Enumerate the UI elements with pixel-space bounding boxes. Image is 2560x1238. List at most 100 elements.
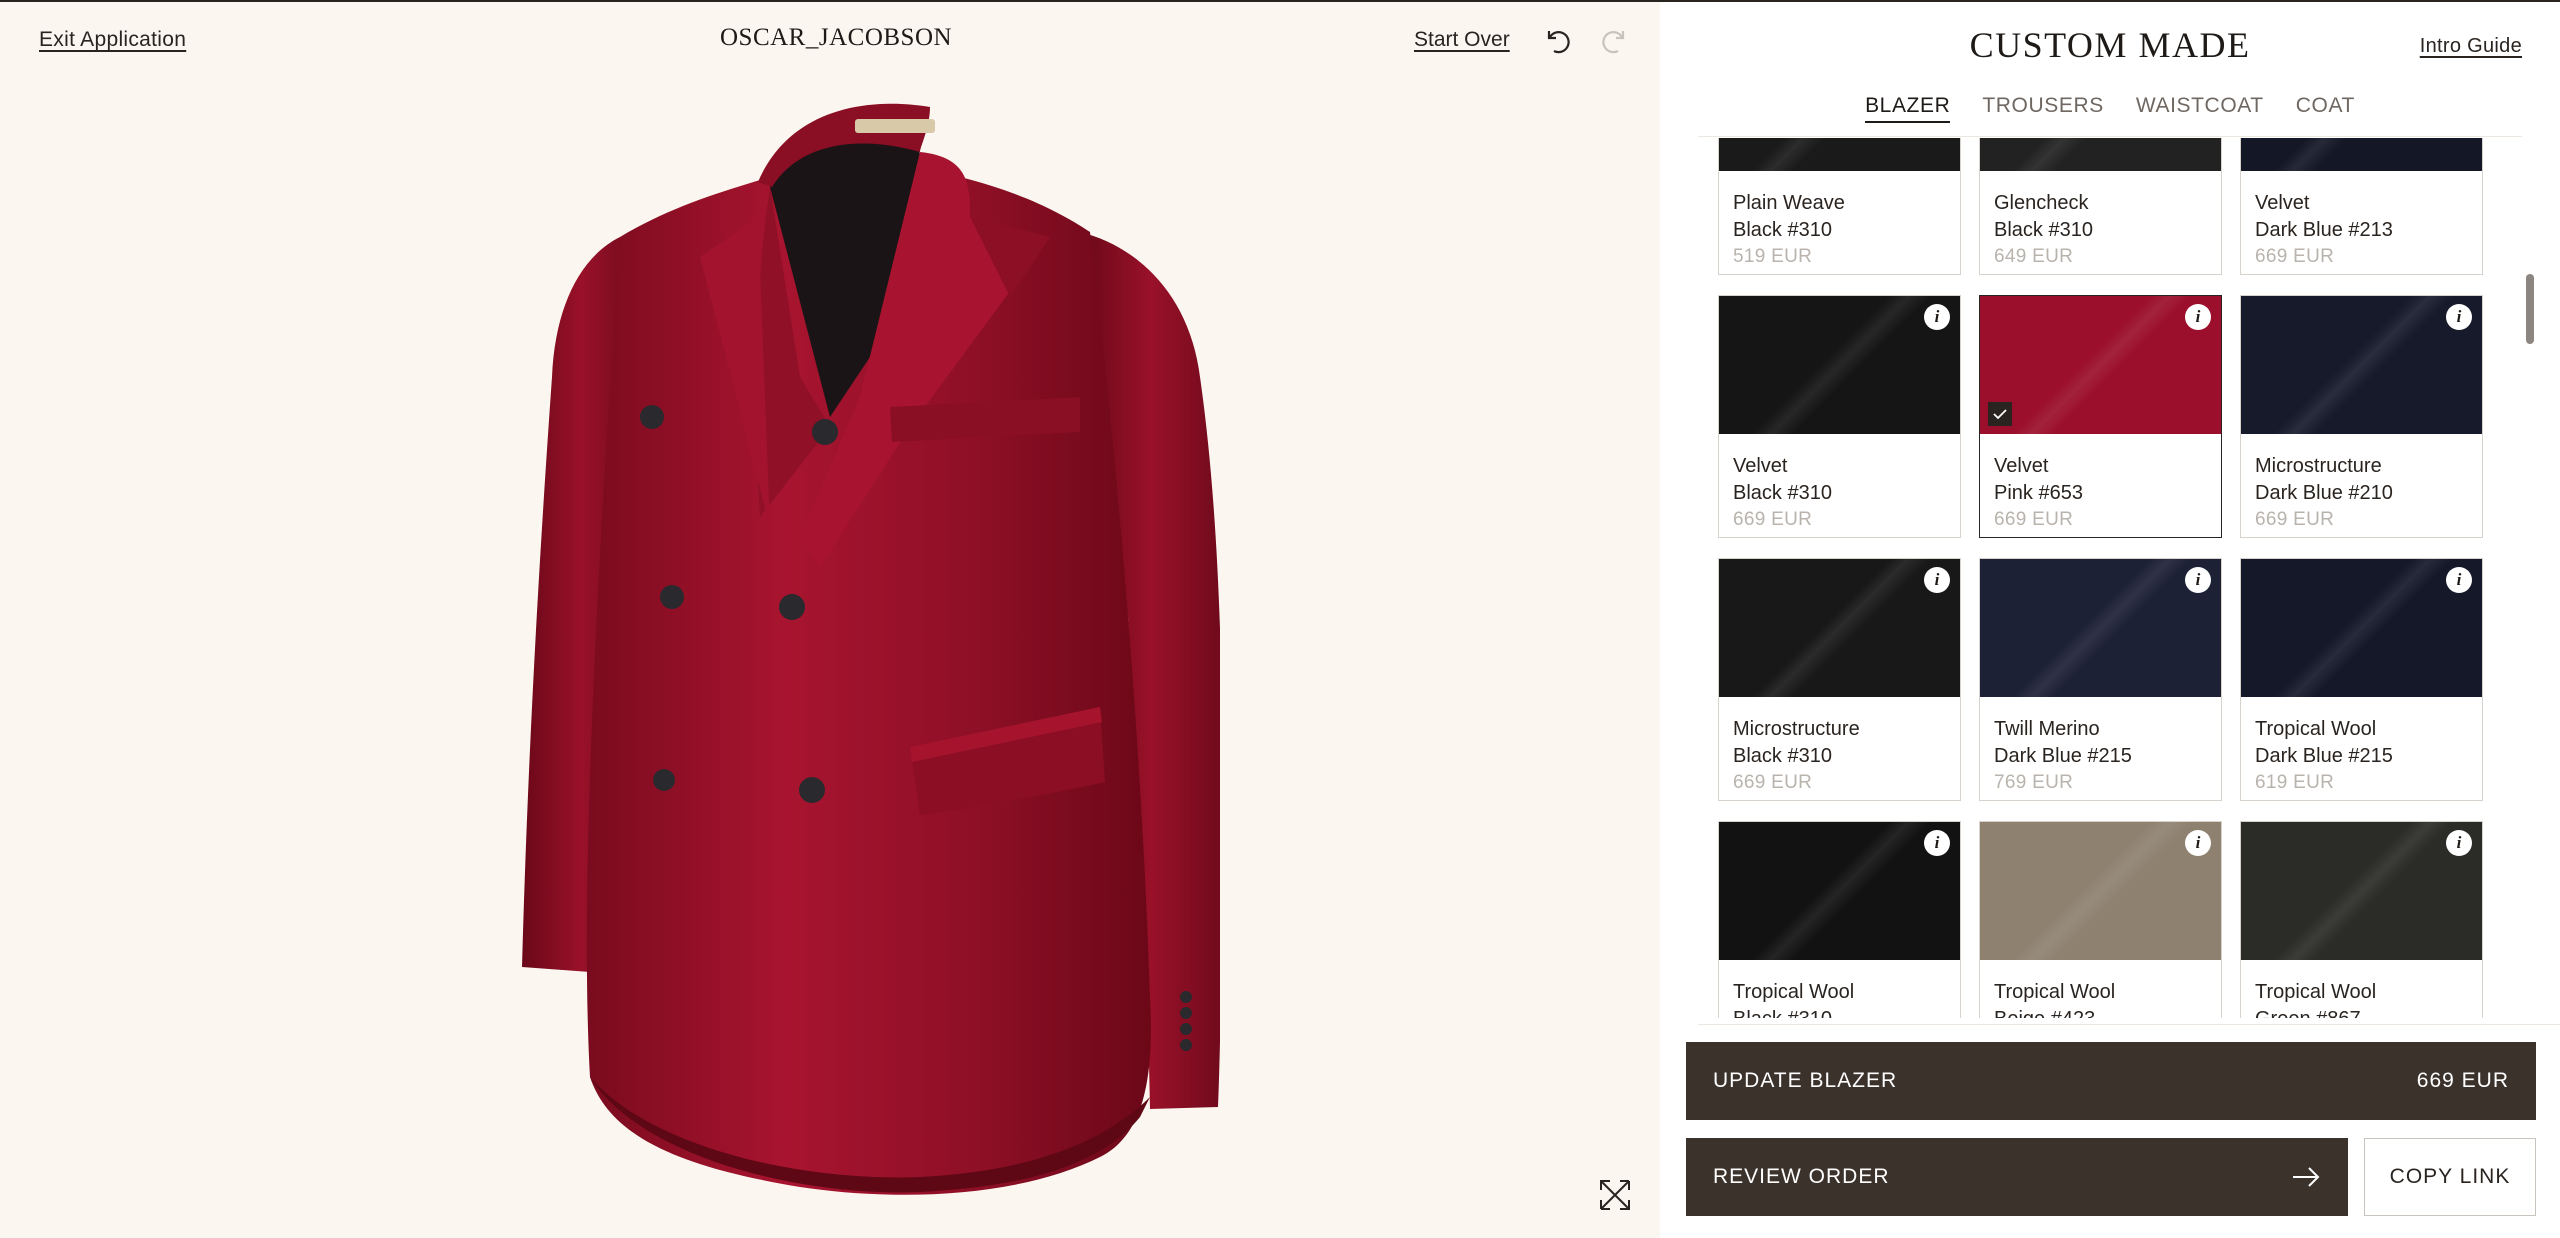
info-icon[interactable]: i [1924,304,1950,330]
blazer-3d-preview[interactable] [500,97,1220,1207]
fabric-card[interactable]: iTropical WoolBlack #310619 EUR [1718,821,1961,1018]
fabric-card[interactable]: i Velvet Pink #653 669 EUR [1979,295,2222,538]
fabric-color: Green #867 [2255,1006,2376,1018]
fabric-grid: i Plain Weave Black #310 519 EUR i Glencheck B… [1718,138,2483,1018]
fabric-name: Tropical Wool Dark Blue #215 [2255,716,2393,770]
fabric-color: Black #310 [1733,219,1832,241]
scrollbar[interactable] [2526,274,2534,344]
fabric-type: Tropical Wool [1994,981,2116,1003]
fabric-color: Black #310 [1733,1006,1854,1018]
fabric-name: Microstructure Dark Blue #210 [2255,453,2393,507]
copy-link-button[interactable]: COPY LINK [2364,1138,2536,1216]
fabric-name: Microstructure Black #310 [1733,716,1860,770]
fabric-type: Velvet [2255,192,2310,214]
divider [1698,1024,2560,1025]
fabric-card[interactable]: i Velvet Black #310 669 EUR [1718,295,1961,538]
fabric-price: 669 EUR [1994,509,2074,530]
fabric-price: 669 EUR [2255,509,2335,530]
update-blazer-button[interactable]: UPDATE BLAZER 669 EUR [1686,1042,2536,1120]
fabric-name: Plain Weave Black #310 [1733,190,1845,244]
fabric-type: Microstructure [2255,455,2382,477]
fabric-swatch [2241,138,2482,171]
undo-button[interactable] [1538,22,1574,58]
fabric-name: Velvet Black #310 [1733,453,1832,507]
arrow-right-icon [2293,1167,2320,1187]
fabric-name: Velvet Pink #653 [1994,453,2083,507]
review-order-label: REVIEW ORDER [1713,1165,1890,1188]
review-order-button[interactable]: REVIEW ORDER [1686,1138,2348,1216]
info-icon[interactable]: i [2185,830,2211,856]
fabric-swatch [1980,138,2221,171]
fabric-card[interactable]: i Tropical Wool Dark Blue #215 619 EUR [2240,558,2483,801]
info-icon[interactable]: i [2446,830,2472,856]
fullscreen-button[interactable] [1598,1178,1632,1212]
product-viewer: Exit Application OSCAR_JACOBSON Start Ov… [0,2,1660,1238]
fabric-color: Black #310 [1994,219,2093,241]
tab-waistcoat[interactable]: WAISTCOAT [2136,94,2264,123]
fabric-type: Tropical Wool [2255,981,2377,1003]
fabric-color: Dark Blue #213 [2255,219,2393,241]
fabric-color: Dark Blue #215 [1994,745,2132,767]
fabric-price: 669 EUR [1733,509,1813,530]
fabric-name: Tropical Wool Black #310 [1733,979,1854,1018]
redo-button[interactable] [1598,22,1634,58]
start-over-link[interactable]: Start Over [1414,28,1510,52]
brand-logo: OSCAR_JACOBSON [720,24,953,51]
fabric-type: Velvet [1994,455,2049,477]
fabric-color: Black #310 [1733,482,1832,504]
checkmark-icon [1988,402,2012,426]
fabric-name: Twill Merino Dark Blue #215 [1994,716,2132,770]
fabric-card[interactable]: i Twill Merino Dark Blue #215 769 EUR [1979,558,2222,801]
divider [1698,136,2522,137]
info-icon[interactable]: i [2446,567,2472,593]
info-icon[interactable]: i [1924,567,1950,593]
fabric-name: Glencheck Black #310 [1994,190,2093,244]
custom-made-app: Exit Application OSCAR_JACOBSON Start Ov… [0,0,2560,1238]
info-icon[interactable]: i [2446,304,2472,330]
fabric-price: 649 EUR [1994,246,2074,267]
fabric-color: Dark Blue #210 [2255,482,2393,504]
fabric-list[interactable]: i Plain Weave Black #310 519 EUR i Glencheck B… [1718,138,2498,1018]
exit-application-link[interactable]: Exit Application [39,28,186,52]
fabric-card[interactable]: i Microstructure Dark Blue #210 669 EUR [2240,295,2483,538]
customization-panel: CUSTOM MADE Intro Guide BLAZER TROUSERS … [1660,2,2560,1238]
fabric-price: 769 EUR [1994,772,2074,793]
fabric-price: 669 EUR [1733,772,1813,793]
fabric-color: Black #310 [1733,745,1832,767]
update-blazer-price: 669 EUR [2416,1069,2509,1092]
fabric-card[interactable]: iPlain WeaveBlack #310519 EUR [1718,138,1961,275]
fabric-type: Microstructure [1733,718,1860,740]
info-icon[interactable]: i [2185,567,2211,593]
fabric-card[interactable]: iGlencheckBlack #310649 EUR [1979,138,2222,275]
fabric-type: Plain Weave [1733,192,1845,214]
fabric-type: Twill Merino [1994,718,2100,740]
redo-icon [1602,31,1625,54]
garment-tabs: BLAZER TROUSERS WAISTCOAT COAT [1660,94,2560,123]
fabric-type: Velvet [1733,455,1788,477]
fabric-color: Beige #423 [1994,1006,2115,1018]
fabric-card[interactable]: iTropical WoolGreen #867619 EUR [2240,821,2483,1018]
fabric-price: 619 EUR [2255,772,2335,793]
fabric-price: 669 EUR [2255,246,2335,267]
tab-trousers[interactable]: TROUSERS [1982,94,2103,123]
fabric-type: Tropical Wool [2255,718,2377,740]
fabric-type: Tropical Wool [1733,981,1855,1003]
copy-link-label: COPY LINK [2389,1165,2511,1188]
fabric-name: Velvet Dark Blue #213 [2255,190,2393,244]
intro-guide-link[interactable]: Intro Guide [2420,35,2522,58]
fabric-type: Glencheck [1994,192,2089,214]
fabric-name: Tropical Wool Green #867 [2255,979,2376,1018]
fabric-name: Tropical Wool Beige #423 [1994,979,2115,1018]
fabric-card[interactable]: i Microstructure Black #310 669 EUR [1718,558,1961,801]
tab-coat[interactable]: COAT [2296,94,2355,123]
fabric-price: 519 EUR [1733,246,1813,267]
update-blazer-label: UPDATE BLAZER [1713,1069,1898,1092]
tab-blazer[interactable]: BLAZER [1865,94,1951,123]
info-icon[interactable]: i [2185,304,2211,330]
fabric-card[interactable]: iTropical WoolBeige #423619 EUR [1979,821,2222,1018]
info-icon[interactable]: i [1924,830,1950,856]
fabric-color: Dark Blue #215 [2255,745,2393,767]
fabric-card[interactable]: iVelvetDark Blue #213669 EUR [2240,138,2483,275]
undo-icon [1547,31,1570,54]
fabric-color: Pink #653 [1994,482,2083,504]
